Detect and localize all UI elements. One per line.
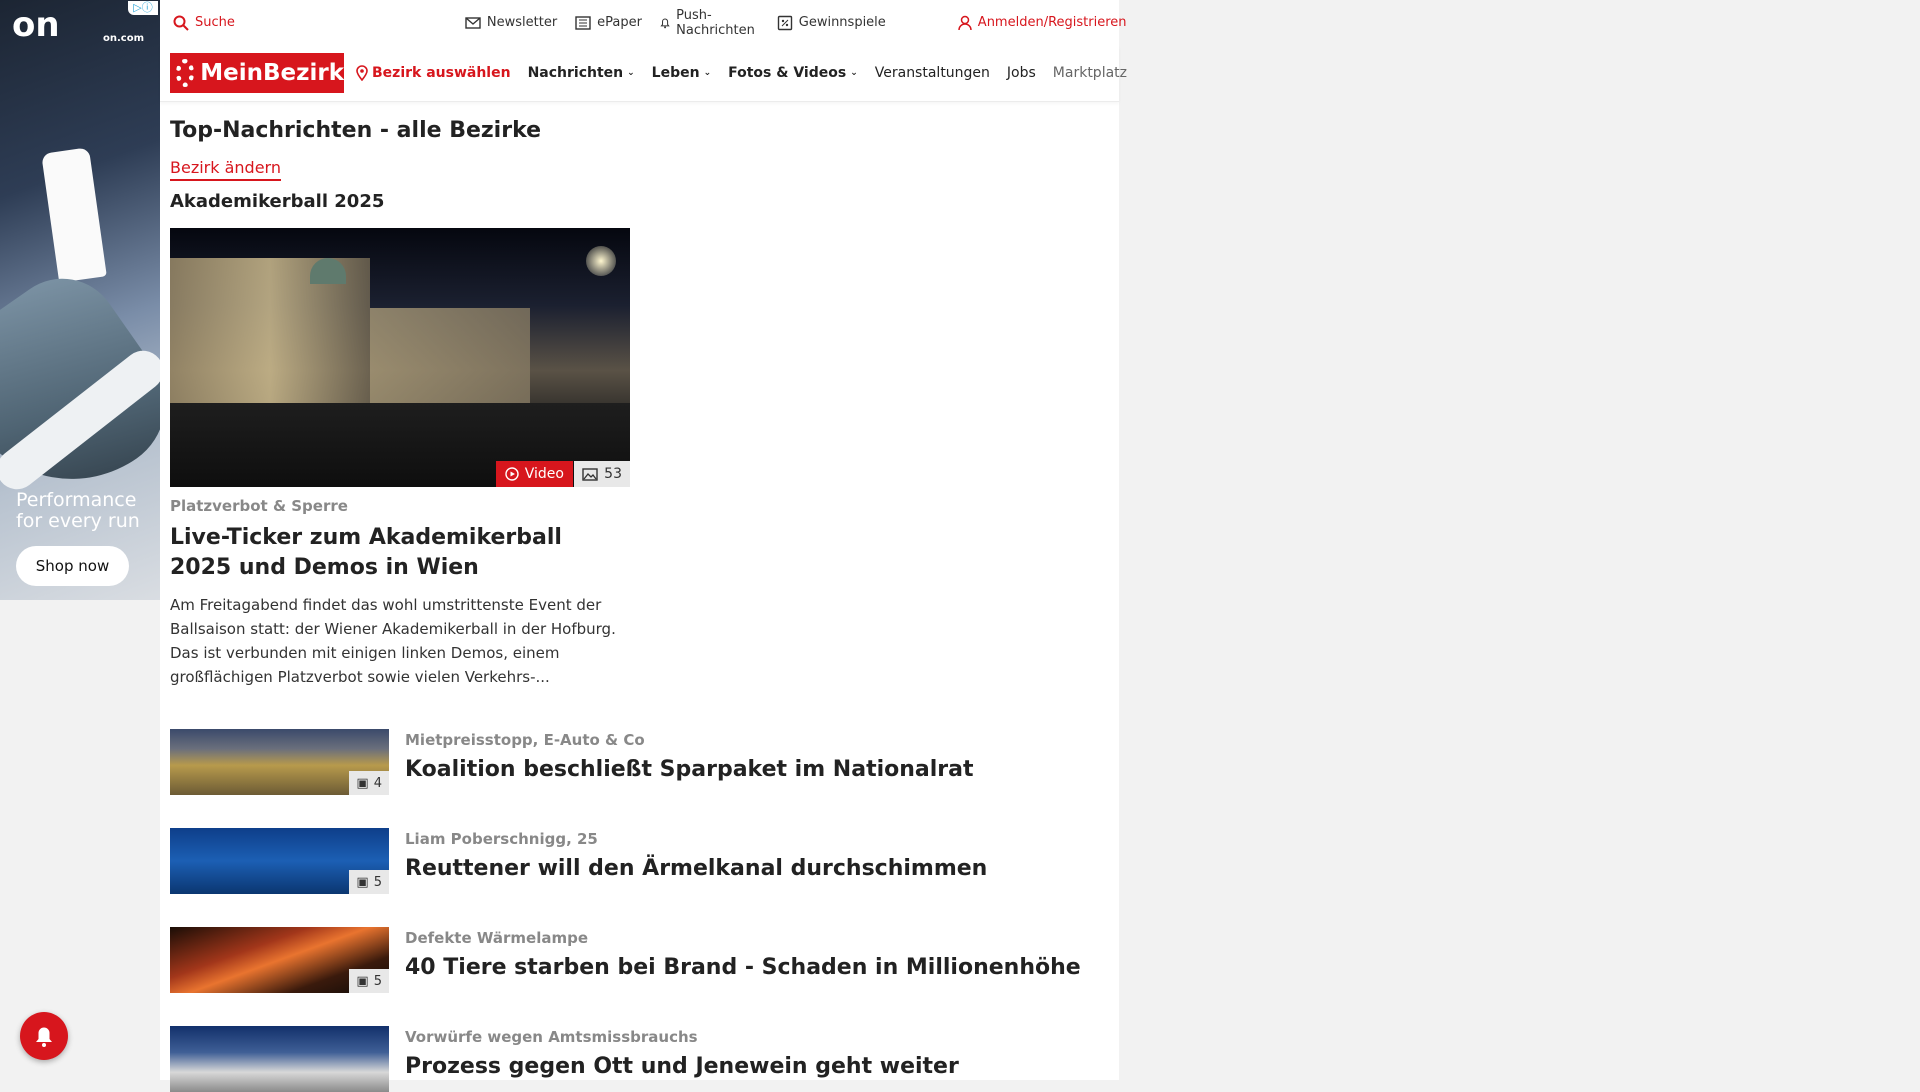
newsletter-label: Newsletter xyxy=(486,15,558,30)
article-headline[interactable]: 40 Tiere starben bei Brand - Schaden in … xyxy=(405,955,1081,980)
gallery-icon xyxy=(582,467,598,481)
chevron-down-icon: ⌄ xyxy=(850,68,858,78)
hero-teaser: Am Freitagabend findet das wohl umstritt… xyxy=(170,596,616,686)
contests-link[interactable]: Gewinnspiele xyxy=(777,15,886,31)
nav-item-label: Nachrichten xyxy=(527,65,624,81)
list-item[interactable]: ▣ 5 Liam Poberschnigg, 25 Reuttener will … xyxy=(170,828,1119,894)
meinbezirk-logo[interactable]: MeinBezirk xyxy=(170,53,344,93)
article-kicker: Liam Poberschnigg, 25 xyxy=(405,830,598,848)
photo-count-badge: 53 xyxy=(574,461,630,487)
nav-item-fotos-videos[interactable]: Fotos & Videos ⌄ xyxy=(728,65,858,81)
photo-count: 4 xyxy=(373,775,382,791)
article-kicker: Mietpreisstopp, E-Auto & Co xyxy=(405,731,645,749)
hero-kicker: Platzverbot & Sperre xyxy=(170,497,348,515)
photo-count-badge: ▣ 4 xyxy=(349,771,389,795)
bell-icon xyxy=(660,18,670,28)
logo-sun-icon xyxy=(176,59,195,87)
article-list: ▣ 4 Mietpreisstopp, E-Auto & Co Koalition… xyxy=(170,729,1119,1092)
article-headline[interactable]: Prozess gegen Ott und Jenewein geht weit… xyxy=(405,1054,959,1079)
photo-count: 53 xyxy=(604,466,622,482)
login-link[interactable]: Anmelden/Registrieren xyxy=(958,15,1127,31)
top-utility-bar: Suche Newsletter ePaper Push-Nachrichten… xyxy=(160,0,1127,45)
newspaper-icon xyxy=(575,15,591,30)
photo-count: 5 xyxy=(373,973,382,989)
article-thumbnail[interactable]: ▣ 5 xyxy=(170,927,389,993)
ad-headline: Performance for every run xyxy=(16,489,140,532)
select-district-link[interactable]: Bezirk auswählen xyxy=(356,65,511,81)
notification-bell-button[interactable] xyxy=(20,1012,68,1060)
chevron-down-icon: ⌄ xyxy=(703,68,712,78)
gallery-icon: ▣ xyxy=(356,775,369,791)
list-item[interactable]: ▣ 5 Defekte Wärmelampe 40 Tiere starben b… xyxy=(170,927,1119,993)
nav-item-label: Marktplatz xyxy=(1052,65,1128,81)
video-label: Video xyxy=(524,466,564,482)
epaper-link[interactable]: ePaper xyxy=(575,15,642,30)
article-kicker: Defekte Wärmelampe xyxy=(405,929,589,947)
login-label: Anmelden/Registrieren xyxy=(977,15,1127,30)
hero-image[interactable]: Video 53 xyxy=(170,228,630,487)
article-headline[interactable]: Reuttener will den Ärmelkanal durchschim… xyxy=(405,856,987,881)
main-page: Suche Newsletter ePaper Push-Nachrichten… xyxy=(160,0,1127,1092)
contests-label: Gewinnspiele xyxy=(798,15,886,30)
nav-item-label: Leben xyxy=(651,65,700,81)
photo-count: 5 xyxy=(373,874,382,890)
location-pin-icon xyxy=(356,65,368,81)
page-title: Top-Nachrichten - alle Bezirke xyxy=(170,118,542,143)
search-label: Suche xyxy=(195,15,235,30)
nav-item-nachrichten[interactable]: Nachrichten ⌄ xyxy=(528,65,635,81)
ad-choices-icon[interactable]: ▷ⓘ xyxy=(128,1,158,15)
list-item[interactable]: ▣ 4 Mietpreisstopp, E-Auto & Co Koalition… xyxy=(170,729,1119,795)
ticket-icon xyxy=(777,15,792,30)
nav-item-marktplatz[interactable]: Marktplatz xyxy=(1053,65,1127,81)
ad-logo: on xyxy=(12,5,60,45)
search-link[interactable]: Suche xyxy=(173,15,235,31)
list-item[interactable]: Vorwürfe wegen Amtsmissbrauchs Prozess g… xyxy=(170,1026,1119,1092)
hero-lamp xyxy=(586,246,616,276)
ad-image-sock xyxy=(41,147,107,283)
content-area: Top-Nachrichten - alle Bezirke Bezirk än… xyxy=(160,102,1119,1092)
article-thumbnail[interactable] xyxy=(170,1026,389,1092)
epaper-label: ePaper xyxy=(597,15,642,30)
select-district-label: Bezirk auswählen xyxy=(372,65,511,81)
ad-url: on.com xyxy=(102,33,144,44)
article-headline[interactable]: Koalition beschließt Sparpaket im Nation… xyxy=(405,757,974,782)
nav-item-jobs[interactable]: Jobs xyxy=(1007,65,1036,81)
change-district-link[interactable]: Bezirk ändern xyxy=(170,158,281,181)
article-thumbnail[interactable]: ▣ 5 xyxy=(170,828,389,894)
newsletter-link[interactable]: Newsletter xyxy=(465,15,557,30)
push-link[interactable]: Push-Nachrichten xyxy=(660,8,759,38)
chevron-down-icon: ⌄ xyxy=(627,68,635,78)
nav-item-label: Veranstaltungen xyxy=(874,65,990,81)
gallery-icon: ▣ xyxy=(356,874,369,890)
hero-headline[interactable]: Live-Ticker zum Akademikerball 2025 und … xyxy=(170,523,630,583)
nav-item-label: Fotos & Videos xyxy=(728,65,847,81)
search-icon xyxy=(173,15,189,31)
photo-count-badge: ▣ 5 xyxy=(349,969,389,993)
main-nav: MeinBezirk Bezirk auswählen Nachrichten ⌄… xyxy=(160,45,1127,102)
mail-icon xyxy=(465,16,481,29)
ad-banner[interactable]: ▷ⓘ on on.com Performance for every run S… xyxy=(0,0,160,600)
play-icon xyxy=(505,467,519,481)
bell-icon xyxy=(36,1027,52,1047)
logo-text: MeinBezirk xyxy=(200,60,344,86)
photo-count-badge: ▣ 5 xyxy=(349,870,389,894)
nav-item-veranstaltungen[interactable]: Veranstaltungen xyxy=(875,65,990,81)
ad-shop-button[interactable]: Shop now xyxy=(16,546,129,586)
article-thumbnail[interactable]: ▣ 4 xyxy=(170,729,389,795)
video-badge: Video xyxy=(495,461,573,487)
topic-heading: Akademikerball 2025 xyxy=(170,191,385,212)
nav-item-label: Jobs xyxy=(1006,65,1036,81)
user-icon xyxy=(958,15,972,30)
push-label: Push-Nachrichten xyxy=(676,7,755,38)
gallery-icon: ▣ xyxy=(356,973,369,989)
article-kicker: Vorwürfe wegen Amtsmissbrauchs xyxy=(405,1028,698,1046)
nav-item-leben[interactable]: Leben ⌄ xyxy=(652,65,711,81)
